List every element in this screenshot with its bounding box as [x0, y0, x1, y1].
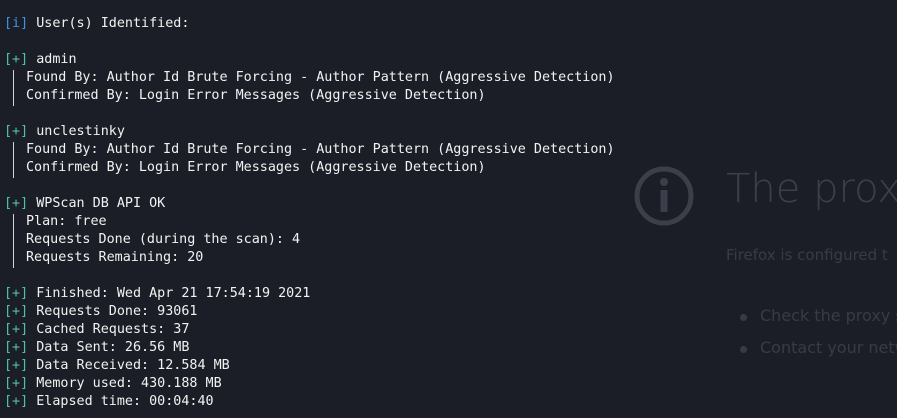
header-text: User(s) Identified:	[28, 16, 190, 31]
plus-tag: [+]	[4, 358, 29, 373]
summary-data-received-line: [+] Data Received: 12.584 MB	[4, 357, 230, 375]
summary-text: Requests Done: 93061	[28, 304, 198, 319]
terminal-output: [i] User(s) Identified: [+] admin Found …	[0, 0, 897, 418]
api-status-text: WPScan DB API OK	[28, 196, 166, 211]
summary-text: Data Sent: 26.56 MB	[28, 340, 190, 355]
plus-tag: [+]	[4, 322, 29, 337]
tree-connector	[13, 214, 14, 268]
summary-data-sent-line: [+] Data Sent: 26.56 MB	[4, 339, 189, 357]
confirmed-by-line: Confirmed By: Login Error Messages (Aggr…	[26, 160, 486, 175]
plus-tag: [+]	[4, 340, 29, 355]
summary-text: Elapsed time: 00:04:40	[28, 394, 214, 409]
api-status-line: [+] WPScan DB API OK	[4, 195, 165, 213]
summary-text: Finished: Wed Apr 21 17:54:19 2021	[28, 286, 311, 301]
screen: The proxy Firefox is configured t Check …	[0, 0, 897, 418]
found-by-line: Found By: Author Id Brute Forcing - Auth…	[26, 70, 615, 85]
summary-text: Memory used: 430.188 MB	[28, 376, 222, 391]
tree-connector	[13, 142, 14, 178]
plus-tag: [+]	[4, 196, 29, 211]
summary-elapsed-time-line: [+] Elapsed time: 00:04:40	[4, 393, 214, 411]
plus-tag: [+]	[4, 52, 29, 67]
api-requests-done-line: Requests Done (during the scan): 4	[26, 232, 301, 247]
plus-tag: [+]	[4, 124, 29, 139]
tree-connector	[13, 70, 14, 106]
plus-tag: [+]	[4, 394, 29, 409]
summary-text: Cached Requests: 37	[28, 322, 190, 337]
info-tag: [i]	[4, 16, 29, 31]
summary-text: Data Received: 12.584 MB	[28, 358, 230, 373]
confirmed-by-line: Confirmed By: Login Error Messages (Aggr…	[26, 88, 486, 103]
plus-tag: [+]	[4, 286, 29, 301]
user-entry-admin: [+] admin	[4, 51, 77, 69]
plus-tag: [+]	[4, 376, 29, 391]
summary-cached-requests-line: [+] Cached Requests: 37	[4, 321, 189, 339]
found-by-line: Found By: Author Id Brute Forcing - Auth…	[26, 142, 615, 157]
plus-tag: [+]	[4, 304, 29, 319]
username: unclestinky	[28, 124, 125, 139]
username: admin	[28, 52, 77, 67]
api-plan-line: Plan: free	[26, 214, 107, 229]
user-entry-unclestinky: [+] unclestinky	[4, 123, 125, 141]
summary-memory-used-line: [+] Memory used: 430.188 MB	[4, 375, 222, 393]
api-requests-remaining-line: Requests Remaining: 20	[26, 250, 204, 265]
summary-finished-line: [+] Finished: Wed Apr 21 17:54:19 2021	[4, 285, 310, 303]
summary-requests-done-line: [+] Requests Done: 93061	[4, 303, 198, 321]
users-identified-header: [i] User(s) Identified:	[4, 15, 189, 33]
